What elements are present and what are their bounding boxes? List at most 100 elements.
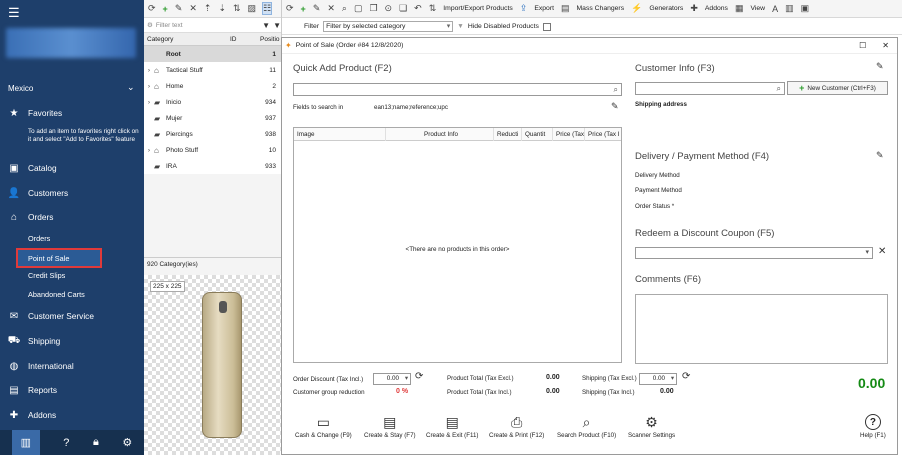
search-icon[interactable]: ⌕ — [777, 84, 781, 94]
help-icon[interactable]: ? — [63, 437, 69, 449]
category-row[interactable]: Root 1 — [144, 46, 281, 62]
filter-icon[interactable]: ▼ — [262, 21, 270, 30]
addons-button[interactable]: Addons — [705, 5, 728, 12]
edit-delivery-pencil-icon[interactable]: ✎ — [876, 150, 884, 161]
link-icon[interactable]: ⊙ — [385, 3, 393, 14]
col-price-tax-incl[interactable]: Price (Tax I — [585, 128, 621, 141]
category-row[interactable]: ▰ Mujer 937 — [144, 110, 281, 126]
category-row[interactable]: › ⌂ Tactical Stuff 11 — [144, 62, 281, 78]
store-selector[interactable]: Mexico — [8, 84, 33, 93]
gear-icon[interactable]: ⚙ — [122, 436, 132, 449]
create-stay-button[interactable]: ▤ Create & Stay (F7) — [364, 414, 416, 439]
generators-icon[interactable]: ⚡ — [631, 3, 642, 14]
sort-icon[interactable]: ⇅ — [233, 3, 241, 14]
nav-sub-credit-slips[interactable]: Credit Slips — [28, 271, 65, 280]
col-reduction[interactable]: Reducti — [494, 127, 522, 141]
col-product-info[interactable]: Product Info — [386, 127, 494, 141]
quick-add-input[interactable]: ⌕ — [293, 83, 622, 96]
move-down-icon[interactable]: ⇣ — [218, 3, 226, 14]
filter-select[interactable]: Filter by selected category — [323, 21, 454, 32]
image-icon[interactable]: ▨ — [248, 3, 257, 14]
menu-icon[interactable]: ☰ — [8, 5, 20, 21]
refresh-icon[interactable]: ⟳ — [286, 3, 294, 14]
search-icon[interactable]: ⌕ — [342, 3, 347, 14]
chevron-down-icon[interactable]: ⌄ — [127, 82, 135, 93]
col-image[interactable]: Image — [294, 127, 386, 141]
help-button[interactable]: ? Help (F1) — [860, 414, 886, 439]
store-icon[interactable]: ▥ — [11, 430, 40, 455]
export-icon[interactable]: ⇪ — [520, 3, 528, 14]
nav-favorites[interactable]: ★ Favorites — [0, 102, 144, 124]
col-category[interactable]: Category — [144, 36, 230, 43]
import-export-button[interactable]: Import/Export Products — [443, 5, 513, 12]
view-icon[interactable]: ▦ — [735, 3, 744, 14]
clear-coupon-icon[interactable]: ✕ — [878, 246, 886, 257]
nav-orders[interactable]: ⌂ Orders — [0, 206, 144, 228]
category-row[interactable]: ▰ IRA 933 — [144, 158, 281, 174]
category-row[interactable]: › ▰ Inicio 934 — [144, 94, 281, 110]
import-export-icon[interactable]: ⇅ — [429, 3, 437, 14]
category-row[interactable]: › ⌂ Home 2 — [144, 78, 281, 94]
search-product-button[interactable]: ⌕ Search Product (F10) — [557, 414, 616, 439]
chevron-down-icon[interactable]: ▾ — [865, 248, 869, 256]
refresh-icon[interactable]: ⟳ — [148, 3, 156, 14]
expand-chevron-icon[interactable]: › — [144, 99, 154, 106]
copy-icon[interactable]: ❐ — [369, 3, 377, 14]
delete-icon[interactable]: ✕ — [189, 3, 197, 14]
column-settings-icon[interactable]: ▥ — [785, 3, 794, 14]
edit-fields-pencil-icon[interactable]: ✎ — [611, 101, 619, 112]
lock-icon[interactable]: 🔒︎ — [93, 436, 99, 449]
view-button[interactable]: View — [750, 5, 765, 12]
clear-filter-icon[interactable]: ▼ — [273, 21, 281, 30]
create-print-button[interactable]: ⎙ Create & Print (F12) — [489, 414, 544, 439]
category-row[interactable]: › ⌂ Photo Stuff 10 — [144, 142, 281, 158]
nav-sub-orders[interactable]: Orders — [28, 234, 50, 243]
nav-addons[interactable]: ✚ Addons — [0, 404, 144, 426]
close-icon[interactable]: ✕ — [882, 41, 889, 50]
gear-icon[interactable]: ⚙ — [147, 21, 153, 29]
font-size-icon[interactable]: A — [772, 4, 778, 14]
undo-icon[interactable]: ↶ — [414, 3, 422, 14]
refresh-icon[interactable]: ⟳ — [682, 371, 690, 382]
funnel-icon[interactable]: ▼ — [457, 23, 464, 30]
new-customer-button[interactable]: + New Customer (Ctrl+F3) — [787, 81, 888, 95]
search-icon[interactable]: ⌕ — [614, 85, 618, 95]
filter-tree-icon[interactable]: ☷ — [262, 2, 273, 15]
expand-chevron-icon[interactable]: › — [144, 147, 154, 154]
generators-button[interactable]: Generators — [649, 5, 683, 12]
nav-customers[interactable]: 👤 Customers — [0, 182, 144, 204]
nav-reports[interactable]: ▤ Reports — [0, 379, 144, 401]
refresh-icon[interactable]: ⟳ — [415, 371, 423, 382]
col-id[interactable]: ID — [230, 36, 260, 43]
create-exit-button[interactable]: ▤ Create & Exit (F11) — [426, 414, 479, 439]
customer-search-input[interactable]: ⌕ — [635, 82, 785, 95]
preview-icon[interactable]: ▢ — [354, 3, 363, 14]
col-position[interactable]: Positio — [260, 36, 280, 43]
category-row[interactable]: ▰ Piercings 938 — [144, 126, 281, 142]
nav-international[interactable]: ◍ International — [0, 355, 144, 377]
nav-sub-point-of-sale[interactable]: Point of Sale — [16, 248, 102, 268]
expand-chevron-icon[interactable]: › — [144, 83, 154, 90]
hide-disabled-checkbox[interactable] — [542, 22, 551, 31]
nav-sub-abandoned-carts[interactable]: Abandoned Carts — [28, 290, 85, 299]
comments-textarea[interactable] — [635, 294, 888, 364]
coupon-select[interactable]: ▾ — [635, 247, 873, 259]
mass-changers-icon[interactable]: ▤ — [561, 3, 570, 14]
mass-changers-button[interactable]: Mass Changers — [577, 5, 625, 12]
layout-icon[interactable]: ▣ — [801, 3, 810, 14]
category-filter-input[interactable]: Filter text — [156, 22, 259, 29]
addons-icon[interactable]: ✚ — [690, 3, 698, 14]
add-icon[interactable]: + — [301, 4, 306, 14]
cash-change-button[interactable]: ▭ Cash & Change (F9) — [295, 414, 352, 439]
maximize-icon[interactable]: ☐ — [859, 41, 866, 50]
scanner-settings-button[interactable]: ⚙ Scanner Settings — [628, 414, 675, 439]
shipping-excl-input[interactable]: 0.00 — [639, 373, 677, 385]
order-discount-input[interactable]: 0.00 — [373, 373, 411, 385]
edit-icon[interactable]: ✎ — [313, 3, 321, 14]
col-price-tax-excl[interactable]: Price (Tax — [553, 127, 585, 141]
edit-icon[interactable]: ✎ — [175, 3, 183, 14]
expand-chevron-icon[interactable]: › — [144, 67, 154, 74]
edit-customer-pencil-icon[interactable]: ✎ — [876, 61, 884, 72]
col-quantity[interactable]: Quantit — [522, 127, 553, 141]
delete-icon[interactable]: ✕ — [327, 3, 335, 14]
